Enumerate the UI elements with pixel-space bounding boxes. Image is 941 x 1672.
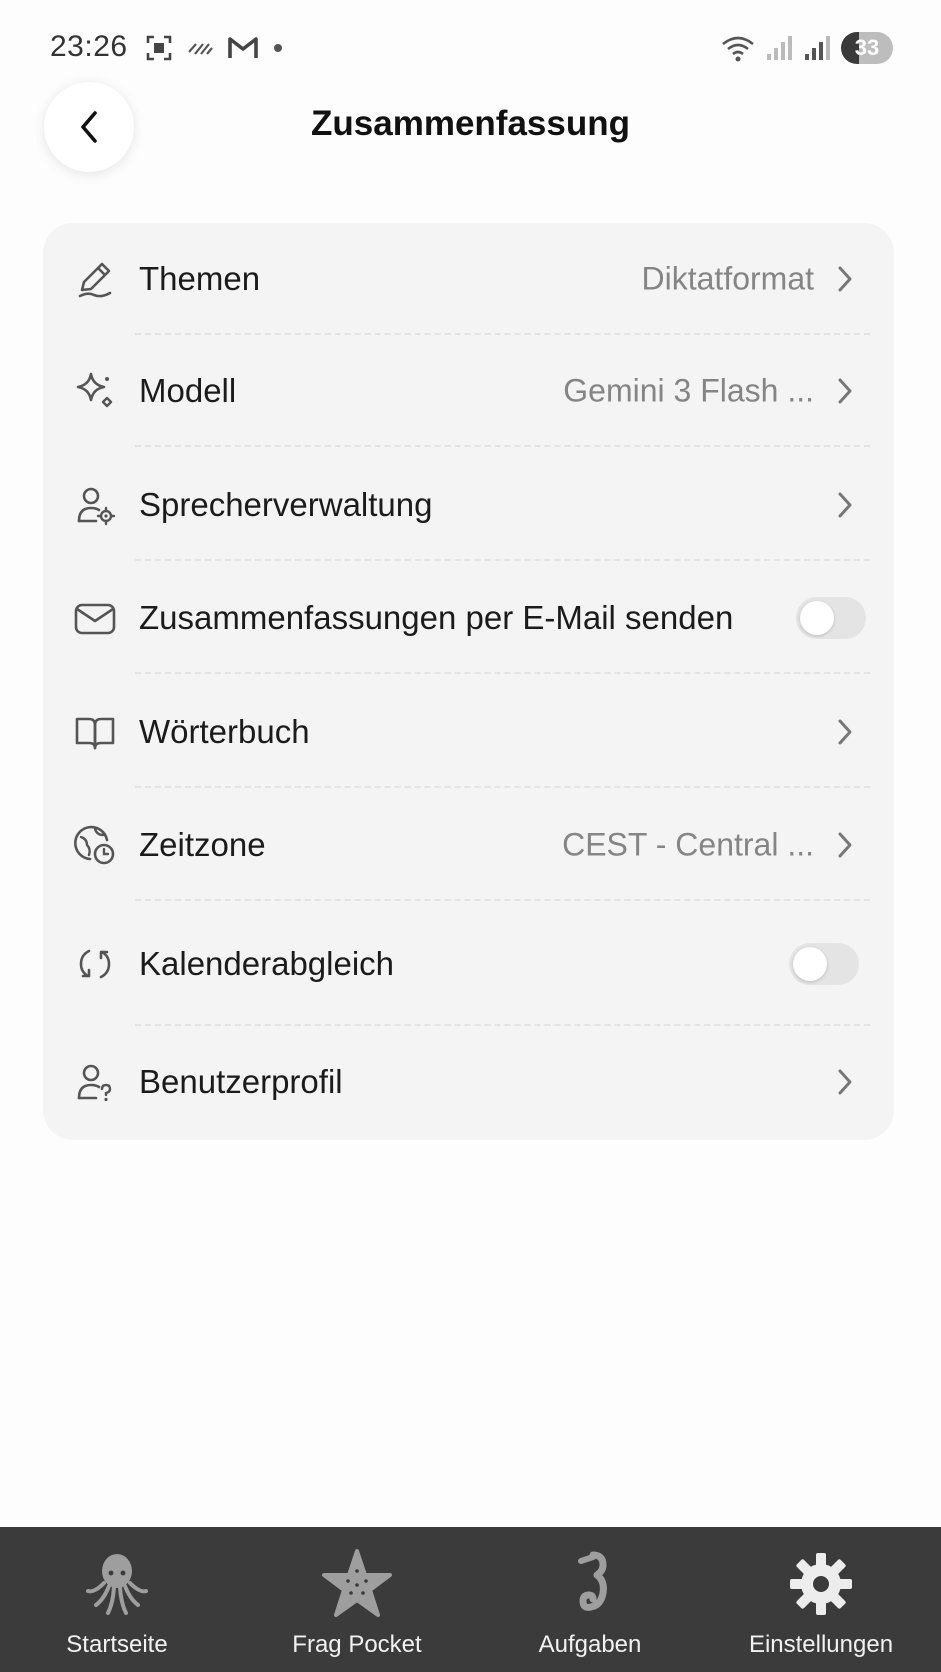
settings-row-zeitzone[interactable]: Zeitzone CEST - Central ...: [43, 789, 894, 901]
nav-item-aufgaben[interactable]: Aufgaben: [490, 1527, 690, 1672]
row-value: CEST - Central ...: [562, 826, 814, 863]
pencil-icon: [73, 257, 117, 301]
user-question-icon: [73, 1060, 117, 1104]
toggle-knob: [800, 601, 834, 635]
screenshot-icon: [146, 35, 172, 61]
gear-icon: [790, 1553, 852, 1615]
bottom-navigation: Startseite Frag Pocket Aufgaben Einstell…: [0, 1527, 941, 1672]
mail-icon: [73, 596, 117, 640]
dot-icon: [274, 44, 282, 52]
divider: [135, 559, 870, 561]
globe-clock-icon: [73, 823, 117, 867]
sparkles-icon: [73, 369, 117, 413]
nav-item-startseite[interactable]: Startseite: [17, 1527, 217, 1672]
row-label: Kalenderabgleich: [139, 944, 395, 982]
system-indicators: 33: [721, 32, 893, 64]
signal-roaming-icon: [805, 36, 830, 60]
nav-item-frag-pocket[interactable]: Frag Pocket: [257, 1527, 457, 1672]
nav-label: Einstellungen: [748, 1631, 894, 1658]
gmail-icon: [228, 37, 258, 58]
chevron-right-icon: [838, 378, 852, 404]
sync-icon: [73, 942, 117, 986]
chevron-right-icon: [838, 1069, 852, 1095]
settings-list: Themen Diktatformat Modell Gemini 3 Flas…: [43, 223, 894, 1140]
divider: [135, 786, 870, 788]
calendar-sync-toggle[interactable]: [789, 942, 859, 985]
settings-row-kalenderabgleich: Kalenderabgleich: [43, 901, 894, 1026]
nav-label: Aufgaben: [538, 1631, 642, 1658]
nav-label: Frag Pocket: [292, 1631, 422, 1658]
octopus-icon: [86, 1554, 148, 1615]
chevron-right-icon: [838, 266, 852, 292]
settings-row-modell[interactable]: Modell Gemini 3 Flash ...: [43, 335, 894, 447]
wavy-lines-icon: [188, 43, 213, 55]
toggle-knob: [793, 946, 827, 981]
settings-row-themen[interactable]: Themen Diktatformat: [43, 223, 894, 335]
page-title: Zusammenfassung: [311, 104, 630, 143]
row-label: Benutzerprofil: [139, 1063, 343, 1100]
book-icon: [73, 710, 117, 754]
row-label: Zusammenfassungen per E-Mail senden: [139, 599, 734, 636]
status-bar: 23:26 33: [0, 0, 941, 100]
nav-label: Startseite: [66, 1631, 168, 1658]
divider: [135, 672, 870, 674]
row-value: Gemini 3 Flash ...: [563, 372, 814, 409]
notification-icons: [145, 34, 283, 62]
wifi-icon: [722, 36, 754, 62]
user-gear-icon: [73, 483, 117, 527]
email-summary-toggle[interactable]: [796, 597, 866, 639]
settings-row-benutzerprofil[interactable]: Benutzerprofil: [43, 1026, 894, 1138]
row-label: Zeitzone: [139, 826, 266, 863]
row-label: Sprecherverwaltung: [139, 486, 433, 523]
seahorse-icon: [578, 1551, 607, 1611]
chevron-right-icon: [838, 832, 852, 858]
settings-row-email-summary: Zusammenfassungen per E-Mail senden: [43, 562, 894, 674]
settings-row-woerterbuch[interactable]: Wörterbuch: [43, 676, 894, 788]
row-label: Wörterbuch: [139, 713, 310, 750]
nav-item-einstellungen[interactable]: Einstellungen: [720, 1527, 922, 1672]
chevron-right-icon: [838, 719, 852, 745]
signal-icon: [767, 36, 792, 60]
row-value: Diktatformat: [641, 260, 814, 297]
battery-indicator: 33: [841, 32, 893, 64]
chevron-right-icon: [838, 492, 852, 518]
status-time: 23:26: [50, 30, 128, 63]
divider: [135, 445, 870, 447]
row-label: Modell: [139, 372, 237, 409]
settings-row-sprecherverwaltung[interactable]: Sprecherverwaltung: [43, 449, 894, 561]
starfish-icon: [322, 1549, 392, 1617]
row-label: Themen: [139, 260, 261, 297]
